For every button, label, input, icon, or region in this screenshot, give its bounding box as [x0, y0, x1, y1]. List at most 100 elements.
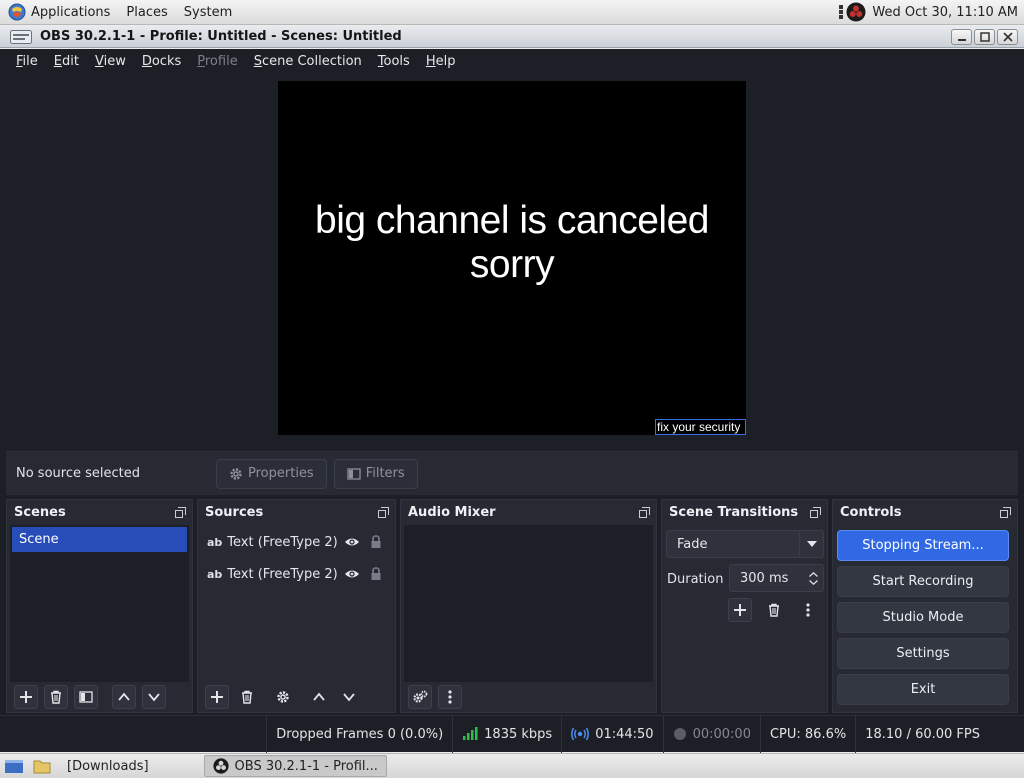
- properties-button[interactable]: Properties: [216, 458, 327, 489]
- source-name: Text (FreeType 2) 2: [227, 534, 340, 550]
- cpu-status: CPU: 86.6%: [759, 715, 855, 753]
- transition-select-value: Fade: [677, 536, 708, 552]
- close-icon: [1002, 31, 1013, 42]
- source-properties-button[interactable]: [271, 685, 295, 709]
- audio-mixer-menu-button[interactable]: [438, 685, 462, 709]
- places-menu[interactable]: Places: [118, 0, 175, 25]
- chevron-up-icon: [117, 690, 131, 704]
- undock-icon[interactable]: [639, 506, 650, 518]
- window-controls: [951, 28, 1024, 45]
- remove-source-button[interactable]: [235, 685, 259, 709]
- menu-item[interactable]: Profile: [189, 54, 245, 69]
- advanced-audio-button[interactable]: [408, 685, 432, 709]
- menu-label-rest: cene Collection: [261, 53, 362, 69]
- properties-label: Properties: [248, 466, 314, 481]
- remove-transition-button[interactable]: [762, 598, 786, 622]
- close-button[interactable]: [997, 28, 1018, 45]
- bitrate-status: 1835 kbps: [452, 715, 561, 753]
- window-app-icon: [10, 29, 32, 44]
- eye-icon[interactable]: [344, 536, 360, 548]
- window-titlebar[interactable]: OBS 30.2.1-1 - Profile: Untitled - Scene…: [0, 26, 1024, 48]
- studio-mode-button[interactable]: Studio Mode: [837, 602, 1009, 633]
- audio-mixer-title: Audio Mixer: [408, 504, 496, 520]
- controls-dock: Controls Stopping Stream... Start Record…: [832, 499, 1018, 713]
- show-desktop-icon[interactable]: [4, 757, 24, 775]
- chevron-down-icon: [342, 690, 356, 704]
- kebab-menu-icon: [448, 690, 452, 704]
- plus-icon: [19, 690, 33, 704]
- undock-icon[interactable]: [1000, 506, 1011, 518]
- sources-toolbar: [201, 682, 392, 712]
- duration-spinbox[interactable]: 300 ms: [729, 564, 824, 592]
- scenes-dock: Scenes Scene: [6, 499, 193, 713]
- spin-arrows-icon[interactable]: [803, 571, 823, 585]
- start-recording-button[interactable]: Start Recording: [837, 566, 1009, 597]
- window-title: OBS 30.2.1-1 - Profile: Untitled - Scene…: [40, 29, 402, 44]
- taskbar: [Downloads] OBS 30.2.1-1 - Profil...: [0, 753, 1024, 778]
- obs-tray-icon[interactable]: [846, 2, 866, 22]
- system-menu[interactable]: System: [176, 0, 240, 25]
- applications-menu[interactable]: Applications: [0, 0, 118, 25]
- scenes-toolbar: [10, 682, 189, 712]
- taskbar-item-obs[interactable]: OBS 30.2.1-1 - Profil...: [203, 755, 387, 777]
- scene-move-down-button[interactable]: [142, 685, 166, 709]
- menu-item[interactable]: Edit: [46, 54, 87, 69]
- maximize-button[interactable]: [974, 28, 995, 45]
- menu-item[interactable]: Scene Collection: [246, 54, 370, 69]
- settings-button[interactable]: Settings: [837, 638, 1009, 669]
- fps-text: 18.10 / 60.00 FPS: [865, 726, 980, 742]
- menu-item[interactable]: Docks: [134, 54, 189, 69]
- eye-icon[interactable]: [344, 568, 360, 580]
- lock-icon[interactable]: [370, 535, 382, 549]
- menu-item[interactable]: Help: [418, 54, 464, 69]
- menu-label-rest: elp: [435, 53, 456, 69]
- stop-stream-button[interactable]: Stopping Stream...: [837, 530, 1009, 561]
- clock[interactable]: Wed Oct 30, 11:10 AM: [866, 5, 1018, 20]
- scene-transitions-title: Scene Transitions: [669, 504, 799, 520]
- transition-menu-button[interactable]: [796, 598, 820, 622]
- scene-move-up-button[interactable]: [112, 685, 136, 709]
- source-item[interactable]: ab Text (FreeType 2) 2: [207, 529, 386, 555]
- streaming-icon: [571, 727, 590, 741]
- menu-item[interactable]: View: [87, 54, 134, 69]
- filters-button[interactable]: Filters: [333, 458, 418, 489]
- record-time-status: 00:00:00: [662, 715, 760, 753]
- plus-icon: [210, 690, 224, 704]
- remove-scene-button[interactable]: [44, 685, 68, 709]
- selected-text-source[interactable]: fix your security: [655, 419, 746, 435]
- preview-canvas[interactable]: big channel is canceled sorry fix your s…: [278, 81, 746, 435]
- taskbar-item-label: OBS 30.2.1-1 - Profil...: [234, 758, 378, 774]
- preview-area[interactable]: big channel is canceled sorry fix your s…: [6, 73, 1018, 451]
- no-source-label: No source selected: [16, 466, 140, 481]
- lock-icon[interactable]: [370, 567, 382, 581]
- add-scene-button[interactable]: [14, 685, 38, 709]
- menu-label-rest: ocks: [151, 53, 182, 69]
- trash-icon: [767, 603, 781, 617]
- add-transition-button[interactable]: [728, 598, 752, 622]
- scene-list-item[interactable]: Scene: [12, 527, 187, 552]
- menu-item[interactable]: Tools: [370, 54, 418, 69]
- source-item[interactable]: ab Text (FreeType 2): [207, 561, 386, 587]
- controls-title: Controls: [840, 504, 902, 520]
- source-move-down-button[interactable]: [337, 685, 361, 709]
- taskbar-item-downloads[interactable]: [Downloads]: [24, 755, 158, 777]
- scene-filters-button[interactable]: [74, 685, 98, 709]
- add-source-button[interactable]: [205, 685, 229, 709]
- undock-icon[interactable]: [175, 506, 186, 518]
- source-move-up-button[interactable]: [307, 685, 331, 709]
- transition-select[interactable]: Fade: [666, 530, 824, 558]
- plus-icon: [733, 603, 747, 617]
- menu-mnemonic: P: [197, 53, 205, 69]
- tray-kebab-icon[interactable]: [838, 4, 844, 20]
- minimize-button[interactable]: [951, 28, 972, 45]
- undock-icon[interactable]: [378, 506, 389, 518]
- trash-icon: [240, 690, 254, 704]
- menu-item[interactable]: File: [8, 54, 46, 69]
- source-name: Text (FreeType 2): [227, 566, 338, 582]
- sources-title: Sources: [205, 504, 264, 520]
- sources-dock: Sources ab Text (FreeType 2) 2 ab Text (…: [197, 499, 396, 713]
- undock-icon[interactable]: [810, 506, 821, 518]
- exit-button[interactable]: Exit: [837, 674, 1009, 705]
- filter-icon: [347, 467, 361, 481]
- menu-label-rest: iew: [103, 53, 126, 69]
